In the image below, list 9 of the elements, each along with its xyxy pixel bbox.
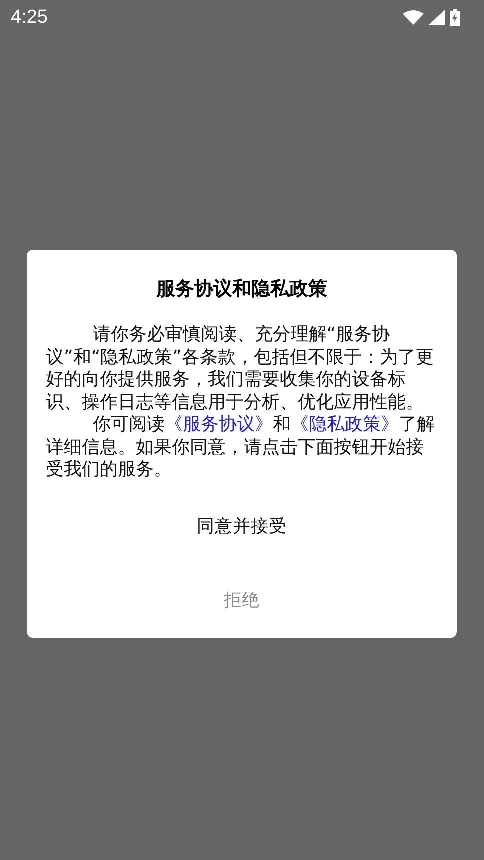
policy-link[interactable]: 《服务协议》	[164, 414, 273, 435]
dialog-title: 服务协议和隐私政策	[156, 277, 328, 302]
policy-paragraph: 请你务必审慎阅读、充分理解“服务协议”和“隐私政策”各条款，包括但不限于：为了更好的向你提供服务，我们需要收集你的设备标识、操作日志等信息用于分析、优化应用性能。	[46, 324, 435, 414]
policy-paragraph: 你可阅读《服务协议》和《隐私政策》了解详细信息。如果你同意，请点击下面按钮开始接受我们的服务。	[46, 414, 436, 482]
status-time: 4:25	[11, 6, 48, 28]
signal-icon	[429, 10, 445, 25]
policy-link[interactable]: 《隐私政策》	[290, 414, 399, 435]
battery-charging-icon	[450, 9, 460, 26]
wifi-icon	[403, 10, 424, 25]
